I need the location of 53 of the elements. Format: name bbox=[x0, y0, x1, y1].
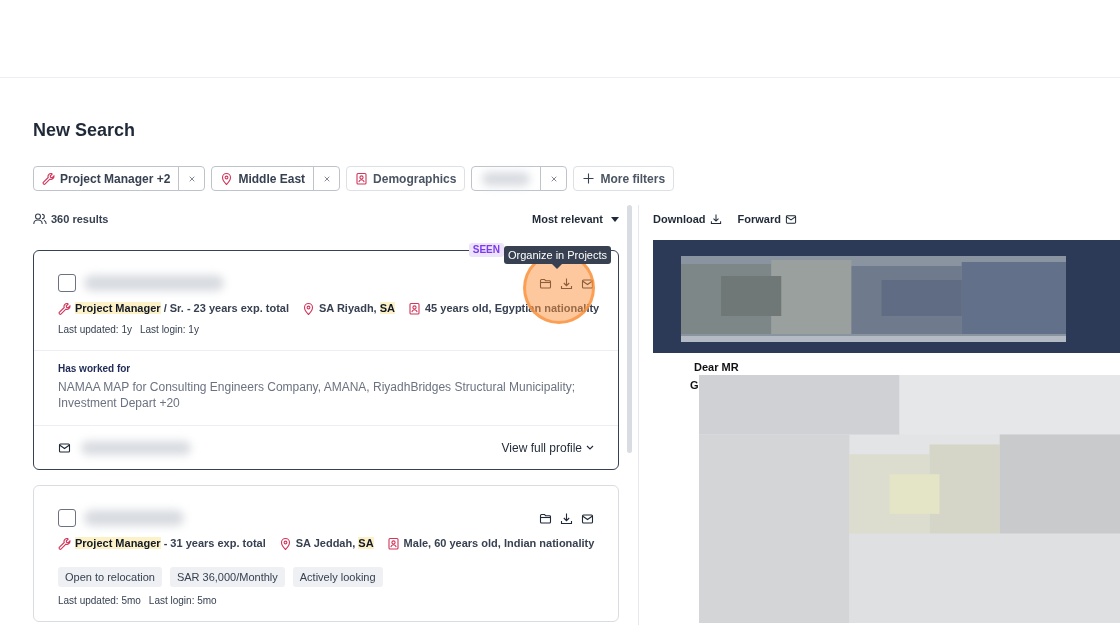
seen-badge: SEEN bbox=[468, 243, 504, 257]
caret-icon bbox=[611, 216, 619, 222]
sort-dropdown[interactable]: Most relevant bbox=[532, 210, 619, 228]
forward-button[interactable]: Forward bbox=[737, 210, 797, 228]
location-text: SA Riyadh, SA bbox=[319, 301, 395, 316]
checkbox[interactable] bbox=[58, 274, 76, 292]
users-icon bbox=[33, 213, 47, 225]
activity-text: Last updated: 5mo bbox=[58, 595, 141, 607]
download-icon bbox=[560, 511, 573, 525]
mail-icon bbox=[581, 511, 594, 525]
chevron-icon bbox=[586, 445, 594, 450]
results-count: 360 results bbox=[51, 211, 109, 227]
activity-text: Last login: 1y bbox=[139, 324, 199, 336]
download-button[interactable] bbox=[560, 511, 573, 525]
id-card-icon bbox=[386, 536, 400, 550]
wrench-icon bbox=[58, 536, 71, 550]
email-button[interactable] bbox=[581, 511, 594, 525]
location-pin-icon bbox=[302, 301, 315, 315]
download-icon bbox=[560, 276, 573, 290]
view-profile-link[interactable]: View full profile bbox=[501, 438, 594, 457]
download-icon bbox=[709, 213, 722, 225]
plus-icon bbox=[582, 172, 596, 185]
filter-chip[interactable]: Demographics bbox=[347, 167, 465, 190]
location-text: SA Jeddah, SA bbox=[295, 536, 374, 551]
page-title: New Search bbox=[33, 119, 137, 141]
company-list: NAMAA MAP for Consulting Engineers Company, AMANA, RiyadhBridges Structural Municipality; Investment Depart +20 bbox=[58, 379, 594, 411]
mail-icon bbox=[581, 276, 594, 290]
tag: Open to relocation bbox=[58, 567, 162, 587]
section-label: Has worked for bbox=[58, 363, 132, 375]
location-pin-icon bbox=[278, 536, 292, 550]
checkbox[interactable] bbox=[58, 509, 76, 527]
tag: SAR 36,000/Monthly bbox=[169, 567, 285, 587]
activity-text: Last updated: 1y bbox=[58, 324, 132, 336]
folder-icon bbox=[539, 276, 552, 290]
folder-button[interactable] bbox=[539, 511, 552, 525]
more-filters-button[interactable]: More filters bbox=[574, 167, 674, 190]
mail-icon bbox=[784, 213, 797, 225]
role-text: Project Manager - 31 years exp. total bbox=[75, 536, 266, 551]
id-card-icon bbox=[408, 301, 421, 315]
tag: Actively looking bbox=[292, 567, 383, 587]
wrench-icon bbox=[42, 172, 55, 185]
activity-text: Last login: 5mo bbox=[148, 595, 217, 607]
id-card-icon bbox=[355, 172, 369, 185]
demographics-text: Male, 60 years old, Indian nationality bbox=[403, 536, 595, 551]
letter-text: Dear MR bbox=[694, 361, 739, 374]
letter-text: G bbox=[690, 379, 699, 392]
wrench-icon bbox=[58, 301, 71, 315]
download-button[interactable]: Download bbox=[653, 210, 722, 228]
role-text: Project Manager / Sr. - 23 years exp. total bbox=[75, 301, 289, 316]
folder-icon bbox=[539, 511, 552, 525]
mail-icon bbox=[58, 441, 71, 454]
tooltip: Organize in Projects bbox=[503, 246, 611, 269]
location-pin-icon bbox=[220, 172, 234, 185]
